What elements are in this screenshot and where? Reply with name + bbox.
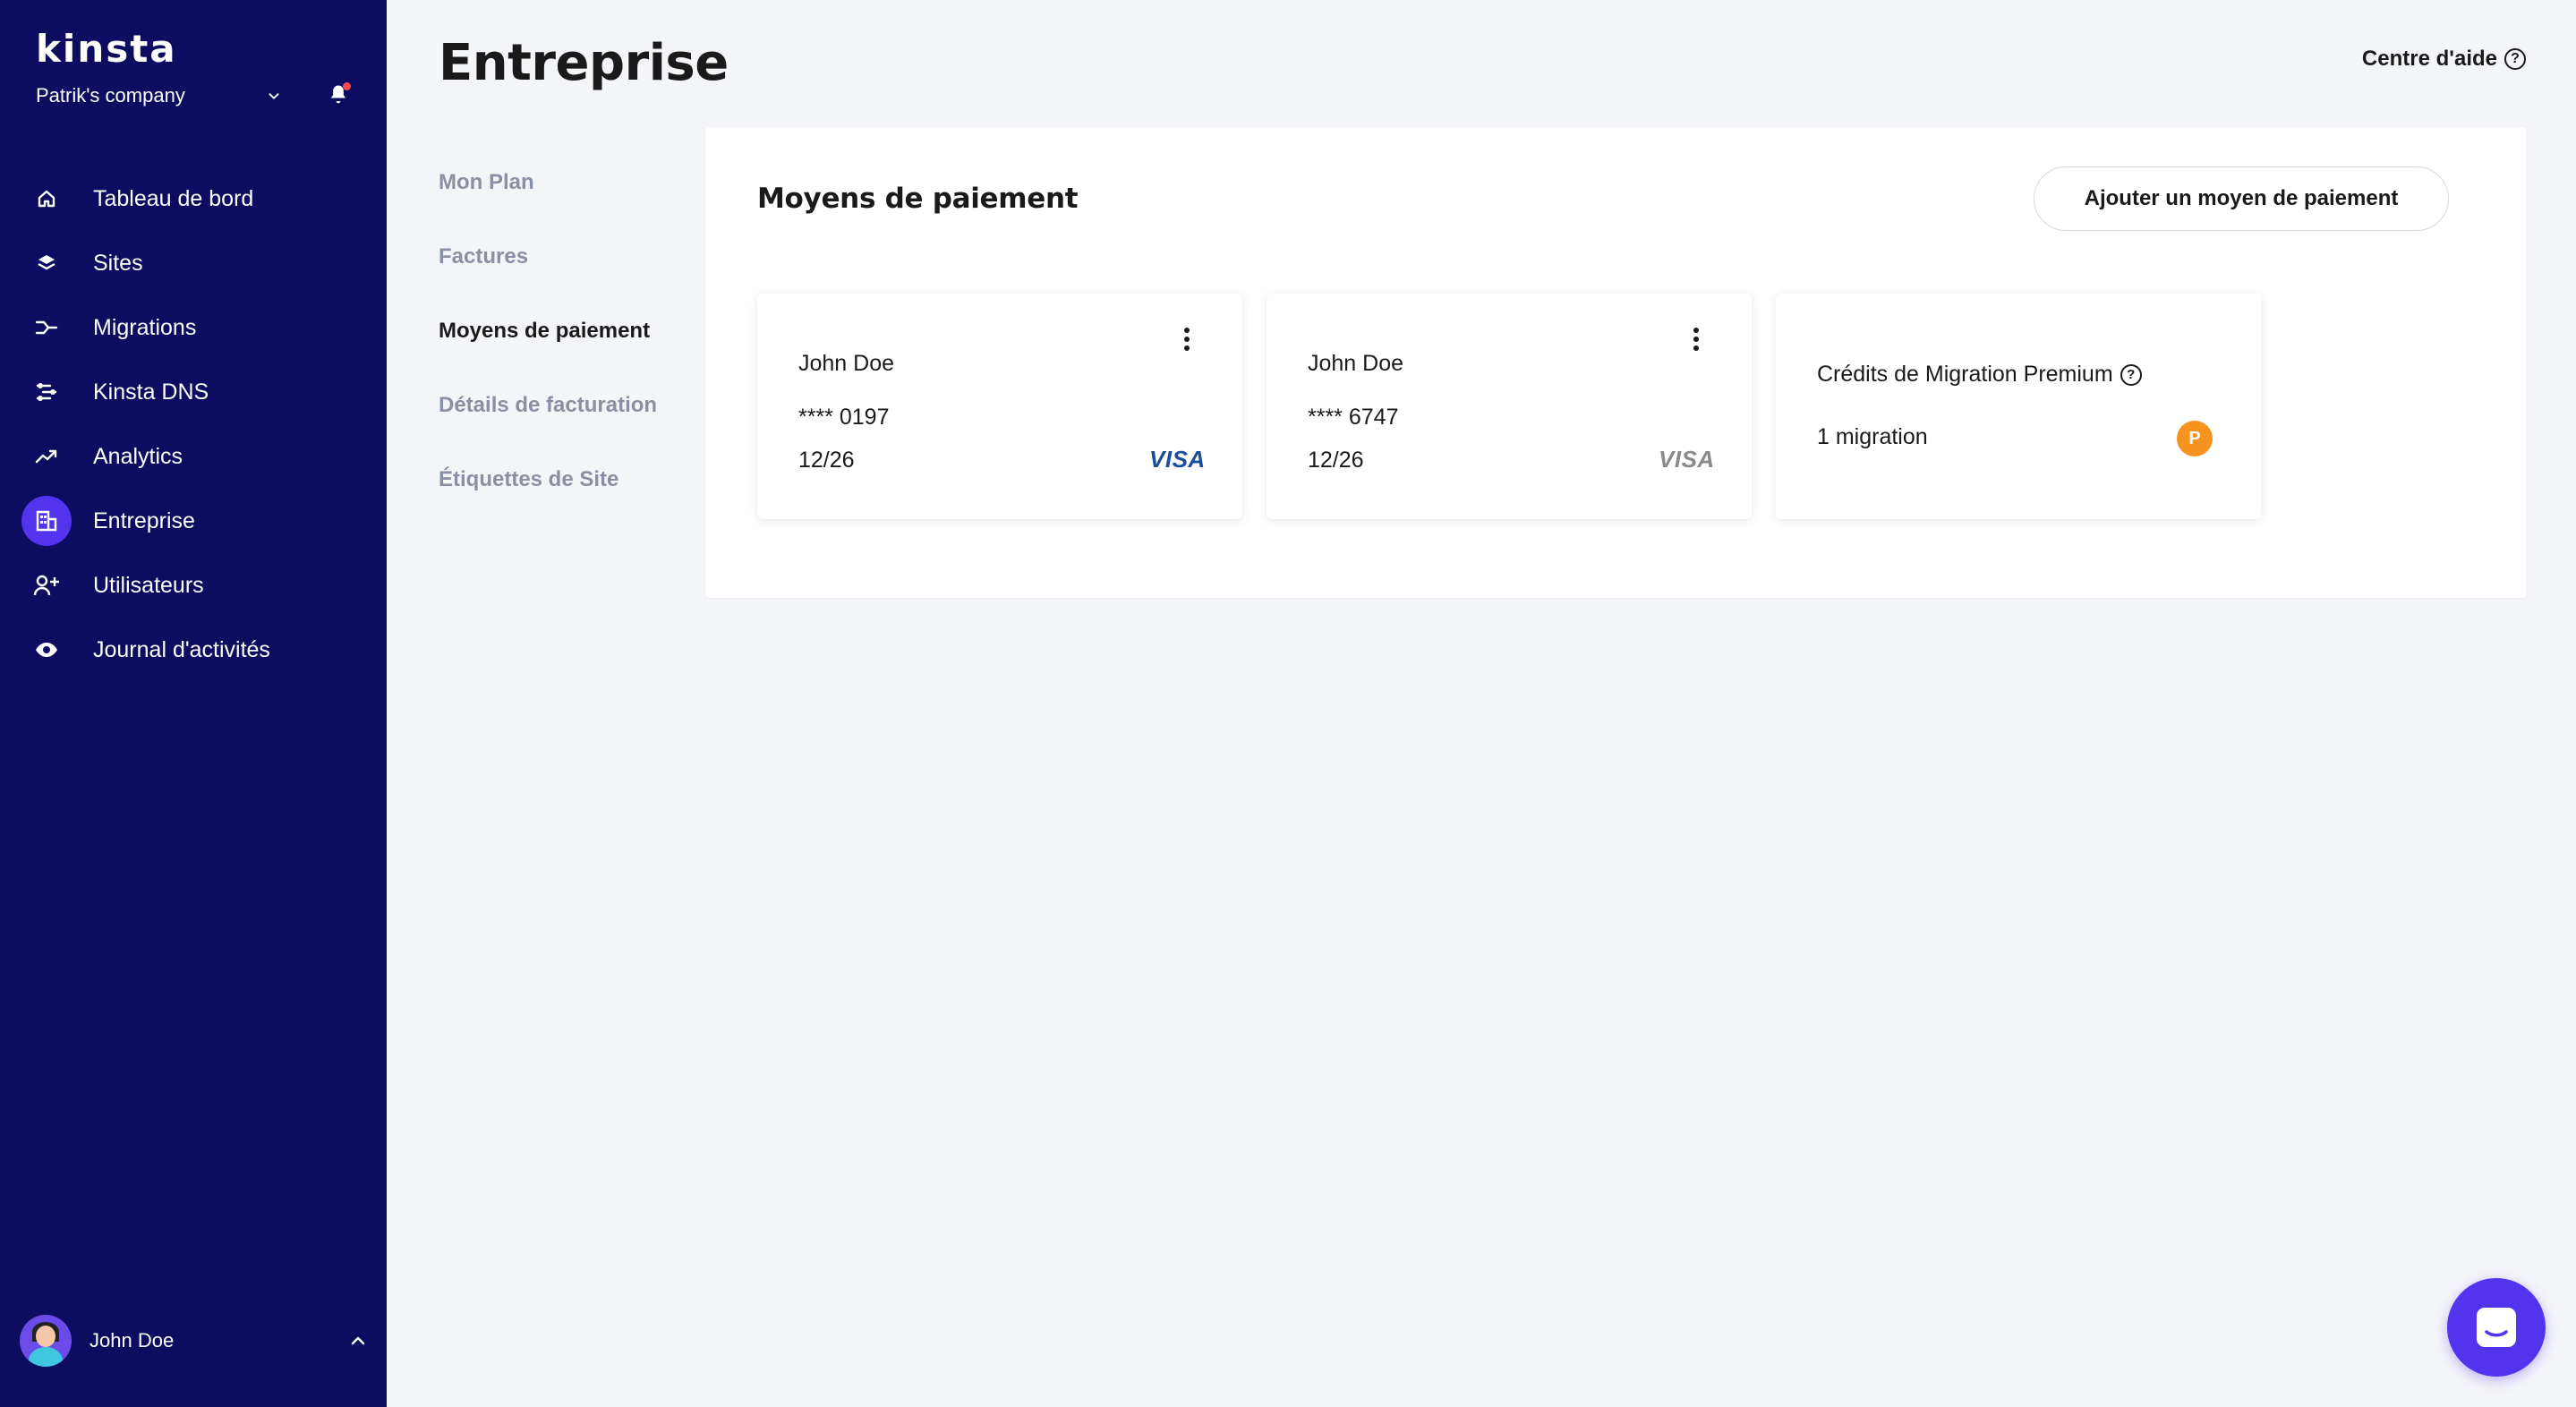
chat-icon (2477, 1308, 2516, 1347)
sidebar-item-dns[interactable]: Kinsta DNS (0, 360, 387, 424)
sidebar-item-label: Migrations (93, 314, 197, 340)
sidebar-item-analytics[interactable]: Analytics (0, 424, 387, 489)
user-menu[interactable]: John Doe (20, 1314, 369, 1368)
subnav-item-billing-details[interactable]: Détails de facturation (439, 393, 671, 467)
payment-card: John Doe **** 0197 12/26 VISA (757, 294, 1242, 519)
card-expiry: 12/26 (798, 448, 855, 473)
user-name: John Doe (90, 1329, 175, 1352)
card-menu-icon[interactable] (1178, 324, 1196, 354)
subnav-item-site-labels[interactable]: Étiquettes de Site (439, 467, 671, 541)
main-nav: Tableau de bord Sites Migrations Kinsta … (0, 166, 387, 682)
dns-icon (21, 367, 72, 417)
sidebar-item-dashboard[interactable]: Tableau de bord (0, 166, 387, 231)
migration-credits-label: Crédits de Migration Premium (1817, 362, 2113, 387)
subnav-item-payment-methods[interactable]: Moyens de paiement (439, 319, 671, 393)
layers-icon (21, 238, 72, 288)
kinsta-logo[interactable]: kinsta (36, 27, 177, 71)
company-subnav: Mon Plan Factures Moyens de paiement Dét… (439, 170, 671, 541)
help-center-label: Centre d'aide (2361, 47, 2497, 71)
sidebar-item-migrations[interactable]: Migrations (0, 295, 387, 360)
migration-credits-card: Crédits de Migration Premium ? 1 migrati… (1776, 294, 2261, 519)
company-switcher[interactable]: Patrik's company (36, 84, 286, 107)
sidebar-item-label: Utilisateurs (93, 572, 204, 598)
card-menu-icon[interactable] (1687, 324, 1705, 354)
card-number: **** 0197 (798, 405, 890, 430)
sidebar-item-label: Tableau de bord (93, 185, 254, 211)
migrations-icon (21, 303, 72, 353)
visa-logo-icon: VISA (1149, 446, 1206, 473)
help-center-link[interactable]: Centre d'aide ? (2362, 47, 2526, 72)
add-user-icon (21, 560, 72, 610)
company-name: Patrik's company (36, 84, 185, 107)
help-icon: ? (2504, 48, 2526, 70)
sidebar-item-label: Entreprise (93, 507, 195, 533)
notification-dot (343, 82, 351, 90)
payment-card: John Doe **** 6747 12/26 VISA (1267, 294, 1752, 519)
notifications-bell-icon[interactable] (326, 82, 351, 107)
page-title: Entreprise (439, 34, 729, 92)
panel-title: Moyens de paiement (757, 183, 1079, 215)
sidebar: kinsta Patrik's company Tableau de bord … (0, 0, 387, 1407)
sidebar-item-company[interactable]: Entreprise (0, 489, 387, 553)
migration-credits-count: 1 migration (1817, 424, 1928, 449)
chevron-down-icon (269, 93, 279, 99)
premium-badge: P (2177, 421, 2213, 456)
add-payment-method-button[interactable]: Ajouter un moyen de paiement (2034, 166, 2449, 231)
visa-logo-icon: VISA (1659, 446, 1715, 473)
sidebar-item-label: Sites (93, 250, 143, 276)
avatar (20, 1315, 72, 1367)
card-holder-name: John Doe (798, 351, 895, 376)
subnav-item-invoices[interactable]: Factures (439, 244, 671, 319)
card-number: **** 6747 (1308, 405, 1399, 430)
sidebar-item-users[interactable]: Utilisateurs (0, 553, 387, 618)
help-icon[interactable]: ? (2120, 363, 2142, 386)
migration-credits-title: Crédits de Migration Premium ? (1817, 362, 2142, 388)
sidebar-item-label: Analytics (93, 443, 183, 469)
trend-up-icon (21, 431, 72, 482)
sidebar-item-activity-log[interactable]: Journal d'activités (0, 618, 387, 682)
card-holder-name: John Doe (1308, 351, 1404, 376)
payment-methods-panel: Moyens de paiement Ajouter un moyen de p… (705, 127, 2526, 598)
sidebar-item-label: Journal d'activités (93, 636, 270, 662)
chat-launcher-button[interactable] (2447, 1278, 2546, 1377)
company-icon (21, 496, 72, 546)
subnav-item-plan[interactable]: Mon Plan (439, 170, 671, 244)
sidebar-item-label: Kinsta DNS (93, 379, 209, 405)
chevron-up-icon (351, 1336, 365, 1345)
sidebar-item-sites[interactable]: Sites (0, 231, 387, 295)
home-icon (21, 174, 72, 224)
card-expiry: 12/26 (1308, 448, 1364, 473)
eye-icon (21, 625, 72, 675)
